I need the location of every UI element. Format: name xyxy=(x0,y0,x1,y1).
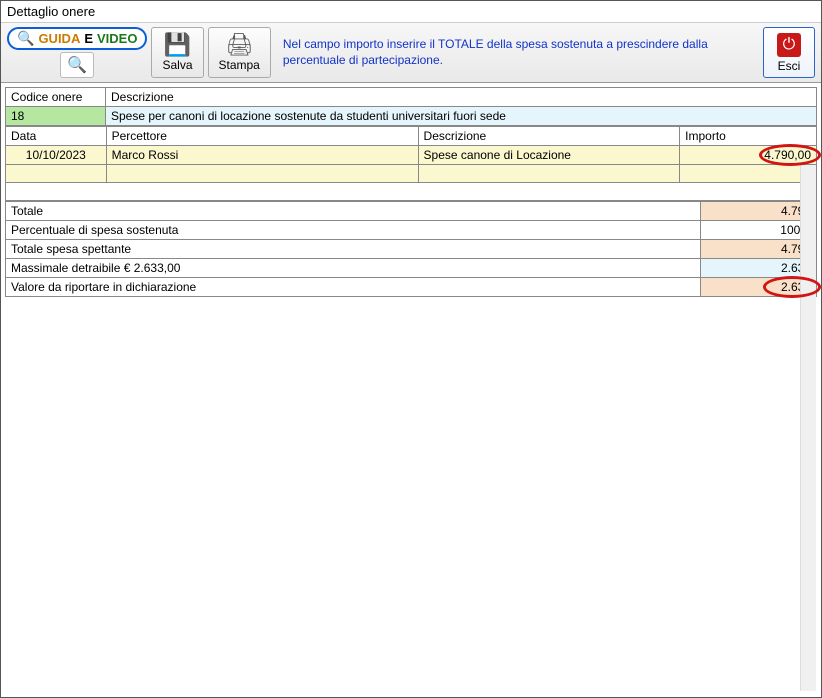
descrizione-value: Spese per canoni di locazione sostenute … xyxy=(106,107,817,126)
percentuale-label: Percentuale di spesa sostenuta xyxy=(6,221,701,240)
save-icon: 💾 xyxy=(164,34,191,56)
totale-spettante-label: Totale spesa spettante xyxy=(6,240,701,259)
cell-percettore[interactable]: Marco Rossi xyxy=(106,146,418,165)
e-word: E xyxy=(84,31,93,46)
onere-header-table: Codice onere Descrizione 18 Spese per ca… xyxy=(5,87,817,126)
video-word: VIDEO xyxy=(97,31,137,46)
salva-label: Salva xyxy=(162,58,192,72)
massimale-label: Massimale detraibile € 2.633,00 xyxy=(6,259,701,278)
stampa-label: Stampa xyxy=(219,58,260,72)
window-title: Dettaglio onere xyxy=(1,1,821,23)
cell-data[interactable]: 10/10/2023 xyxy=(6,146,107,165)
guida-e-video-button[interactable]: 🔍 GUIDA E VIDEO xyxy=(7,27,147,50)
zoom-button[interactable]: 🔍 xyxy=(60,52,94,78)
search-icon: 🔍 xyxy=(17,30,34,47)
power-icon: ⏻ xyxy=(777,33,801,57)
col-descrizione: Descrizione xyxy=(106,88,817,107)
print-icon: 🖨 xyxy=(225,34,253,56)
esci-button[interactable]: ⏻ Esci xyxy=(763,27,815,78)
col-descrizione2: Descrizione xyxy=(418,127,680,146)
table-row[interactable]: 10/10/2023 Marco Rossi Spese canone di L… xyxy=(6,146,817,165)
toolbar: 🔍 GUIDA E VIDEO 🔍 💾 Salva 🖨 Stampa Nel c… xyxy=(1,23,821,83)
dettaglio-onere-window: Dettaglio onere 🔍 GUIDA E VIDEO 🔍 💾 Salv… xyxy=(0,0,822,698)
summary-table: Totale 4.790 Percentuale di spesa sosten… xyxy=(5,201,817,297)
toolbar-help-text: Nel campo importo inserire il TOTALE del… xyxy=(275,27,759,78)
salva-button[interactable]: 💾 Salva xyxy=(151,27,203,78)
stampa-button[interactable]: 🖨 Stampa xyxy=(208,27,271,78)
cell-descrizione[interactable]: Spese canone di Locazione xyxy=(418,146,680,165)
guida-word: GUIDA xyxy=(38,31,80,46)
col-importo: Importo xyxy=(680,127,817,146)
content-area: Codice onere Descrizione 18 Spese per ca… xyxy=(1,83,821,697)
cell-importo[interactable]: 4.790,00 xyxy=(680,146,817,165)
totale-label: Totale xyxy=(6,202,701,221)
col-codice-onere: Codice onere xyxy=(6,88,106,107)
esci-label: Esci xyxy=(778,59,801,73)
col-data: Data xyxy=(6,127,107,146)
riportare-label: Valore da riportare in dichiarazione xyxy=(6,278,701,297)
onere-detail-table: Data Percettore Descrizione Importo 10/1… xyxy=(5,126,817,201)
col-percettore: Percettore xyxy=(106,127,418,146)
codice-onere-value: 18 xyxy=(6,107,106,126)
table-row-empty[interactable] xyxy=(6,165,817,183)
vertical-scrollbar[interactable] xyxy=(800,165,816,691)
